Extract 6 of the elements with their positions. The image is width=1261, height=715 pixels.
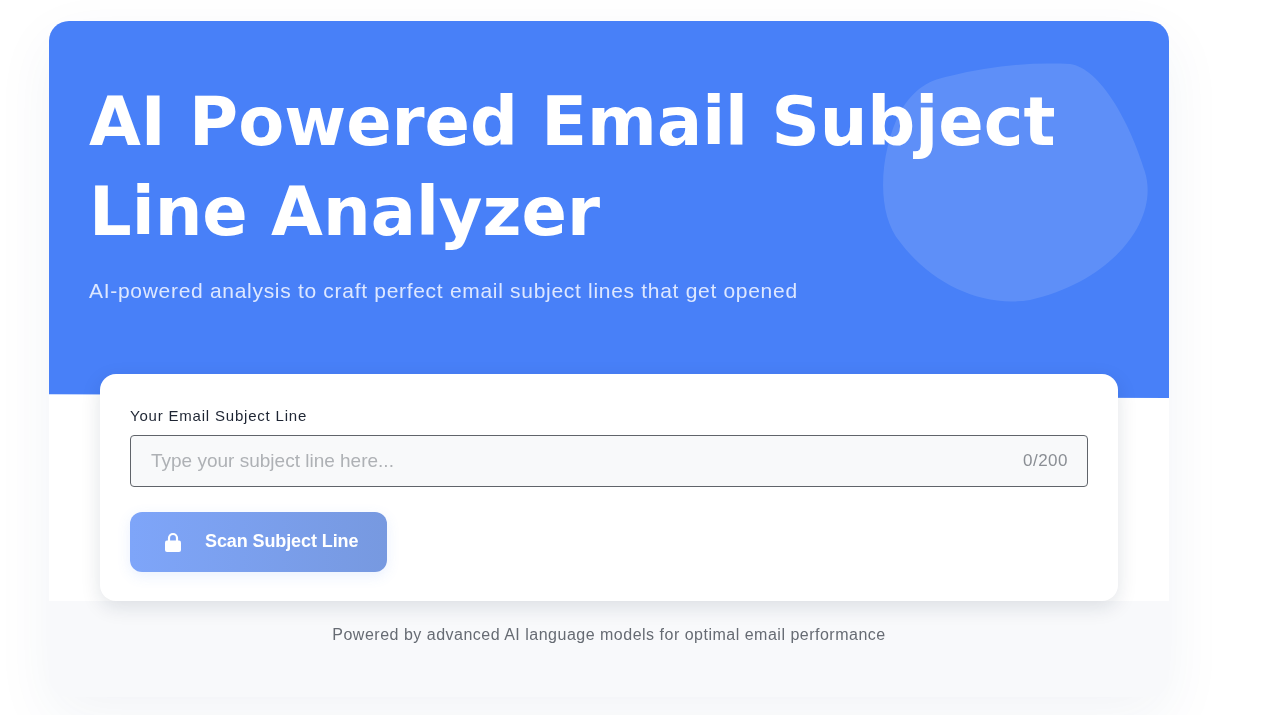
page-title: AI Powered Email Subject Line Analyzer [89,82,1057,253]
character-counter: 0/200 [1022,449,1068,472]
lock-icon [165,531,181,552]
footer-text: Powered by advanced AI language models for optimal email performance [332,625,886,643]
field-label: Your Email Subject Line [130,406,308,426]
page-subtitle: AI-powered analysis to craft perfect email subject lines that get opened [89,278,798,304]
